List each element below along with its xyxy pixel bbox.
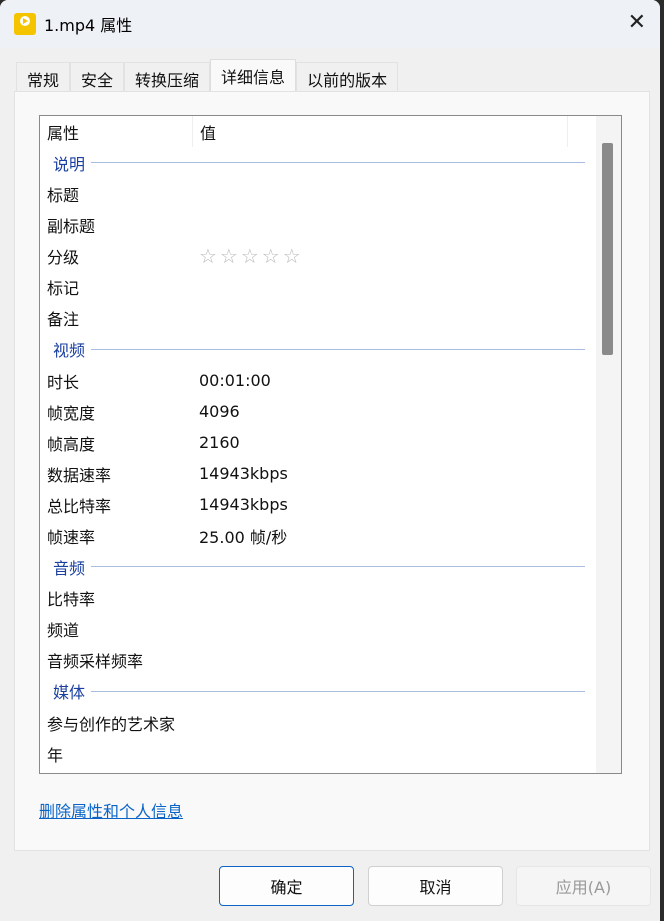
property-row[interactable]: 时长 00:01:00 [40,365,621,396]
property-list[interactable]: 属性 值 说明标题副标题分级 ☆☆☆☆☆ 标记备注视频时长 00:01:00 帧宽度 40… [39,115,622,774]
tab-convert[interactable]: 转换压缩 [124,62,211,92]
tab-details[interactable]: 详细信息 [210,59,297,92]
property-row[interactable]: 帧高度 2160 [40,427,621,458]
property-value: 25.00 帧/秒 [199,527,288,547]
property-row[interactable]: 备注 [40,303,621,334]
property-name: 分级 [47,248,80,267]
group-label: 说明 [53,154,86,174]
scrollbar-thumb[interactable] [602,143,613,355]
tab-bar: 常规 安全 转换压缩 详细信息 以前的版本 [16,59,399,92]
property-name: 年 [47,745,64,765]
property-name: 帧速率 [47,527,96,547]
group-label: 视频 [53,341,86,361]
window-title: 1.mp4 属性 [44,16,133,35]
property-name: 频道 [47,621,80,640]
property-row[interactable]: 参与创作的艺术家 [40,707,621,738]
group-divider [91,162,585,164]
close-icon[interactable]: ✕ [628,10,646,35]
property-name: 备注 [47,310,80,329]
tab-previous-versions[interactable]: 以前的版本 [296,62,399,92]
property-name: 总比特率 [47,496,112,516]
property-value: 14943kbps [199,495,288,514]
property-row[interactable]: 分级 ☆☆☆☆☆ [40,241,621,272]
property-row[interactable]: 音频采样频率 [40,645,621,676]
property-row[interactable]: 标记 [40,272,621,303]
properties-dialog: 1.mp4 属性 ✕ 常规 安全 转换压缩 详细信息 以前的版本 属性 值 说明… [0,0,660,921]
group-divider [91,690,585,692]
property-name: 标记 [47,279,80,298]
property-value: 14943kbps [199,464,288,483]
property-name: 标题 [47,186,80,205]
group-divider [91,566,585,568]
tab-security[interactable]: 安全 [70,62,125,92]
ok-button[interactable]: 确定 [219,866,354,906]
column-header-property[interactable]: 属性 [40,116,193,147]
remove-properties-link[interactable]: 删除属性和个人信息 [39,798,183,822]
property-row[interactable]: 帧宽度 4096 [40,396,621,427]
player-app-icon [14,13,36,35]
property-name: 参与创作的艺术家 [47,714,176,734]
property-name: 数据速率 [47,465,112,485]
group-header: 音频 [40,551,585,583]
property-value: 00:01:00 [199,371,271,390]
property-row[interactable]: 标题 [40,179,621,210]
group-header: 说明 [40,147,585,179]
property-value: 4096 [199,402,240,421]
group-label: 音频 [53,558,86,578]
cancel-button[interactable]: 取消 [368,866,503,906]
title-bar: 1.mp4 属性 ✕ [0,0,660,48]
property-row[interactable]: 总比特率 14943kbps [40,489,621,520]
property-row[interactable]: 数据速率 14943kbps [40,458,621,489]
property-row[interactable]: 帧速率 25.00 帧/秒 [40,520,621,551]
group-divider [91,348,585,350]
property-name: 音频采样频率 [47,652,144,671]
rating-stars[interactable]: ☆☆☆☆☆ [192,244,304,268]
property-name: 副标题 [47,217,96,236]
group-header: 视频 [40,334,585,366]
column-header-value[interactable]: 值 [193,116,568,147]
property-row[interactable]: 比特率 [40,583,621,614]
property-row[interactable]: 频道 [40,614,621,645]
group-label: 媒体 [53,683,86,703]
property-row[interactable]: 副标题 [40,210,621,241]
property-name: 帧高度 [47,434,96,454]
property-name: 帧宽度 [47,403,96,423]
property-value: 2160 [199,433,240,452]
group-header: 媒体 [40,676,585,708]
tab-general[interactable]: 常规 [16,62,71,92]
property-row[interactable]: 年 [40,738,621,769]
property-name: 比特率 [47,590,96,609]
scrollbar[interactable] [596,116,621,773]
apply-button[interactable]: 应用(A) [516,866,651,906]
property-name: 时长 [47,372,80,392]
list-header: 属性 值 [40,116,621,147]
